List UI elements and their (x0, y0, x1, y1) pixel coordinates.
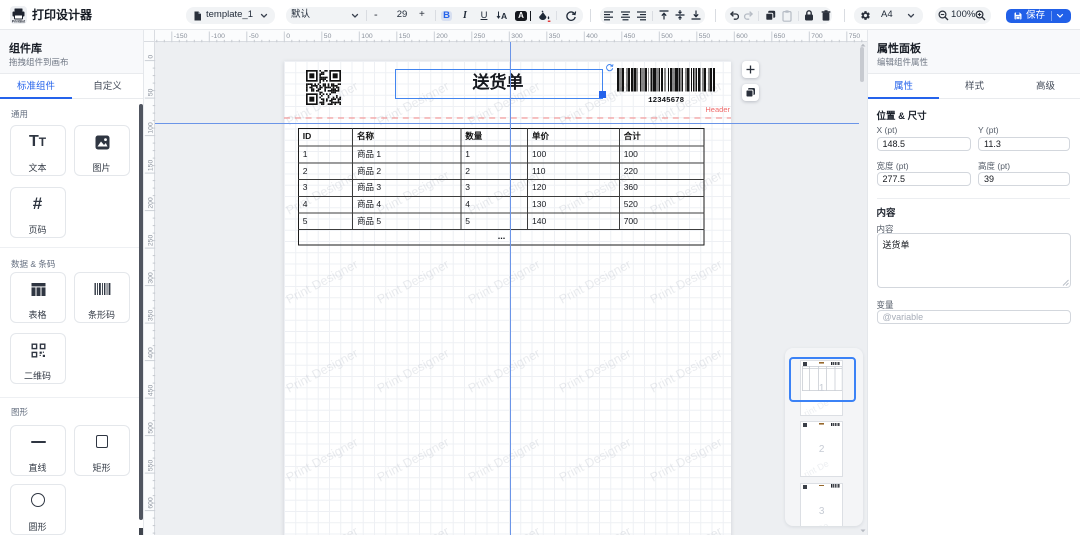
svg-text:600: 600 (736, 33, 748, 40)
svg-text:0: 0 (286, 33, 290, 40)
svg-text:100: 100 (147, 122, 154, 134)
svg-text:500: 500 (147, 422, 154, 434)
svg-text:200: 200 (436, 33, 448, 40)
svg-text:0: 0 (147, 55, 154, 59)
svg-text:450: 450 (624, 33, 636, 40)
svg-text:200: 200 (147, 197, 154, 209)
svg-text:550: 550 (699, 33, 711, 40)
svg-text:50: 50 (147, 89, 154, 97)
svg-text:750: 750 (849, 33, 861, 40)
svg-text:-50: -50 (249, 33, 259, 40)
svg-text:A: A (501, 11, 507, 21)
svg-text:-100: -100 (211, 33, 225, 40)
svg-text:250: 250 (474, 33, 486, 40)
svg-text:600: 600 (147, 497, 154, 509)
svg-text:-150: -150 (174, 33, 188, 40)
svg-text:50: 50 (324, 33, 332, 40)
svg-text:400: 400 (147, 347, 154, 359)
svg-text:450: 450 (147, 385, 154, 397)
svg-text:150: 150 (147, 160, 154, 172)
svg-text:300: 300 (511, 33, 523, 40)
svg-text:250: 250 (147, 235, 154, 247)
svg-text:350: 350 (147, 310, 154, 322)
svg-text:150: 150 (399, 33, 411, 40)
svg-text:100: 100 (361, 33, 373, 40)
svg-text:300: 300 (147, 272, 154, 284)
svg-text:650: 650 (774, 33, 786, 40)
svg-text:PrintBot: PrintBot (12, 20, 26, 24)
svg-text:550: 550 (147, 460, 154, 472)
svg-text:400: 400 (586, 33, 598, 40)
svg-text:500: 500 (661, 33, 673, 40)
svg-text:700: 700 (811, 33, 823, 40)
svg-text:350: 350 (549, 33, 561, 40)
